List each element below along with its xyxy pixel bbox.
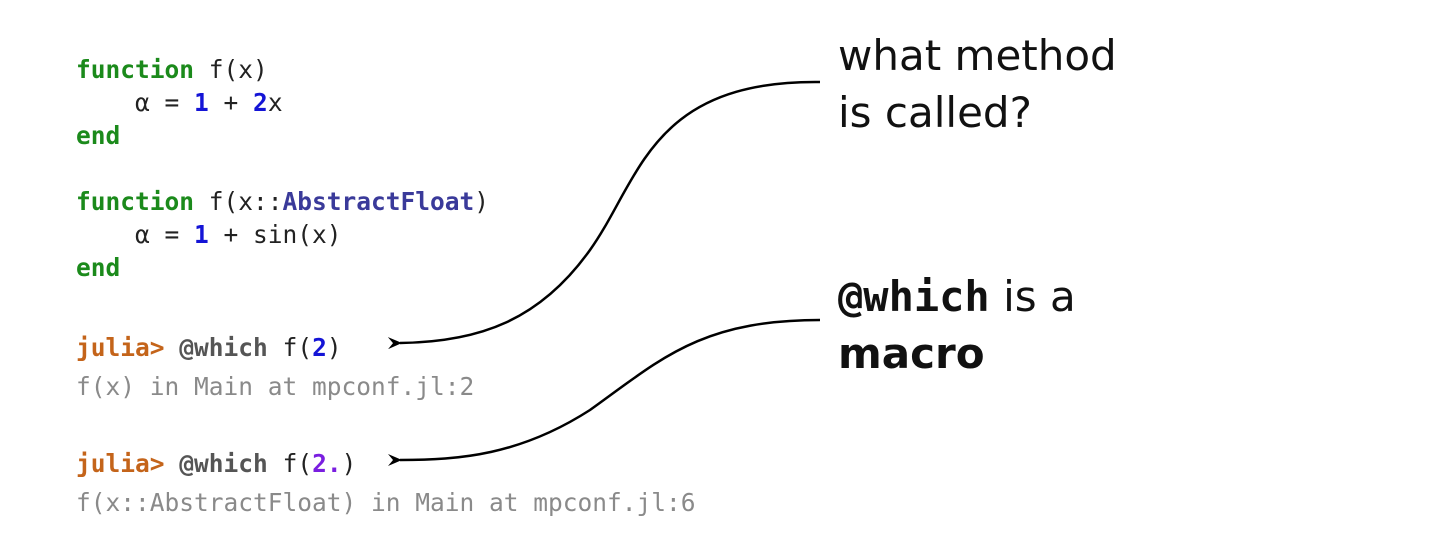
repl-block-2: julia> @which f(2.) f(x::AbstractFloat) … [76,444,696,522]
code-text: ) [474,187,490,216]
macro: @which [179,449,268,478]
code-block-method-2: function f(x::AbstractFloat) α = 1 + sin… [76,185,489,284]
keyword: function [76,187,195,216]
code-text: α = [76,88,195,117]
annotation-method-called: what method is called? [838,27,1117,141]
type-name: AbstractFloat [282,187,475,216]
macro-name: @which [838,272,990,321]
code-text: f( [282,333,313,362]
keyword: end [76,253,121,282]
code-block-method-1: function f(x) α = 1 + 2x end [76,53,283,152]
number-literal: 1 [194,88,209,117]
code-text: ) [326,333,342,362]
code-text: ) [341,449,357,478]
keyword: end [76,121,121,150]
annotation-line: what method [838,31,1117,80]
repl-output: f(x::AbstractFloat) in Main at mpconf.jl… [76,488,696,517]
code-text: + sin(x) [208,220,342,249]
annotation-bold: macro [838,329,985,378]
code-text: f(x:: [194,187,283,216]
annotation-line: is called? [838,88,1032,137]
annotation-which-macro: @which is a macro [838,268,1076,382]
annotation-text: is a [989,272,1076,321]
code-text: + [208,88,254,117]
float-literal: 2. [312,449,342,478]
code-text: α = [76,220,195,249]
annotation-line: @which is a [838,268,1076,325]
code-text: f(x) [194,55,268,84]
code-text: x [267,88,283,117]
repl-output: f(x) in Main at mpconf.jl:2 [76,372,475,401]
repl-prompt: julia> [76,333,165,362]
number-literal: 2 [253,88,268,117]
keyword: function [76,55,195,84]
macro: @which [179,333,268,362]
repl-prompt: julia> [76,449,165,478]
number-literal: 1 [194,220,209,249]
repl-block-1: julia> @which f(2) f(x) in Main at mpcon… [76,328,474,406]
number-literal: 2 [312,333,327,362]
code-text: f( [282,449,313,478]
